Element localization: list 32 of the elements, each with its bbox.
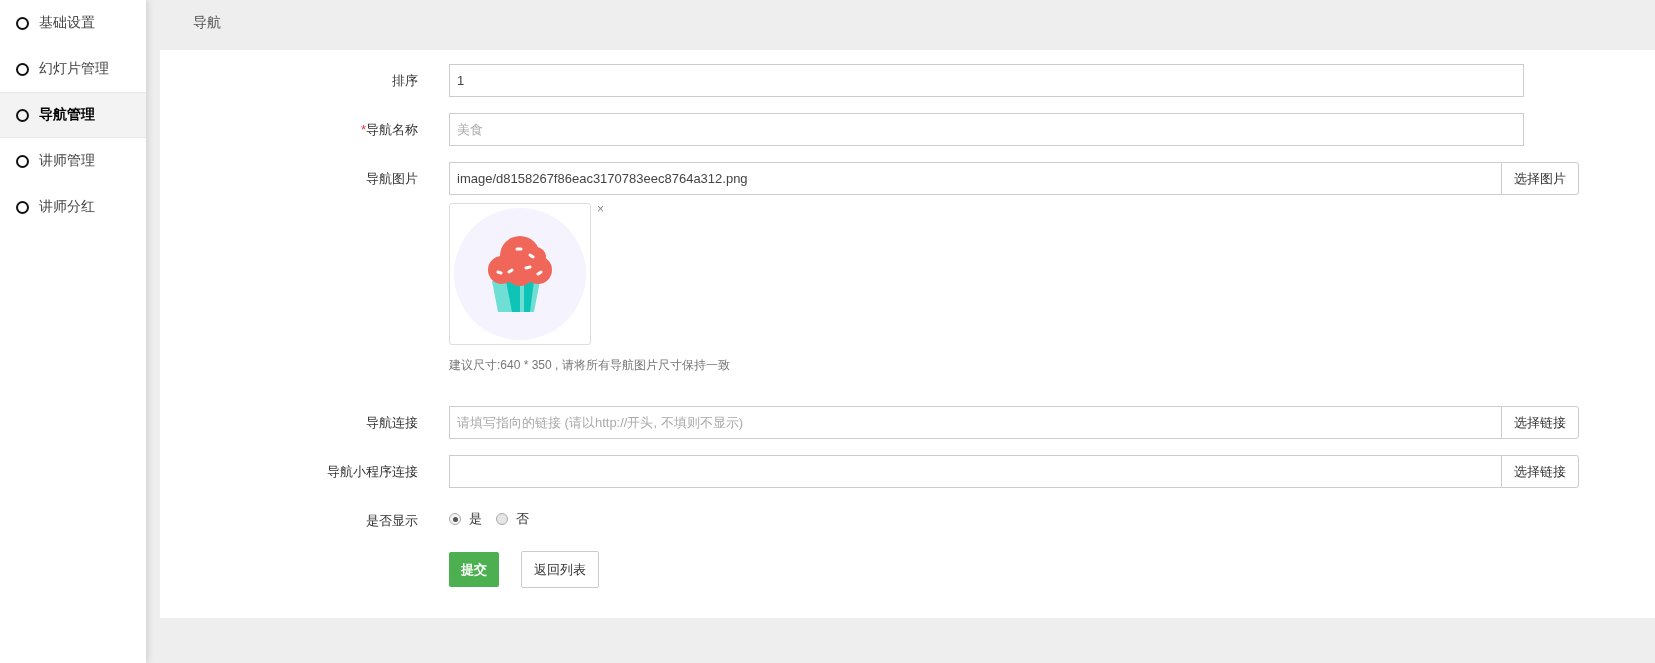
back-button[interactable]: 返回列表 [521,551,599,588]
circle-icon [16,154,29,168]
sidebar-item[interactable]: 基础设置 [0,0,146,46]
radio-option[interactable]: 否 [496,510,529,528]
circle-icon [16,16,29,30]
radio-icon[interactable] [449,513,461,525]
select-image-button[interactable]: 选择图片 [1501,162,1579,195]
radio-icon[interactable] [496,513,508,525]
field-label: 导航小程序连接 [326,463,418,481]
circle-icon [16,108,29,122]
select-link-button[interactable]: 选择链接 [1501,455,1579,488]
input-field[interactable]: 请填写指向的链接 (请以http://开头, 不填则不显示) [449,406,1501,439]
field-label: 导航图片 [365,170,418,188]
field-label: *导航名称 [359,121,418,139]
input-field[interactable] [449,455,1501,488]
size-hint: 建议尺寸:640 * 350 , 请将所有导航图片尺寸保持一致 [449,357,731,374]
page-title: 导航 [192,13,222,32]
field-label: 是否显示 [365,512,418,530]
sidebar-item[interactable]: 讲师管理 [0,138,146,184]
input-field[interactable]: 1 [449,64,1524,97]
sidebar-item[interactable]: 导航管理 [0,92,146,138]
radio-option[interactable]: 是 [449,510,482,528]
path-field[interactable]: image/d8158267f86eac3170783eec8764a312.png [449,162,1501,195]
remove-image-button[interactable]: × [597,203,604,215]
circle-icon [16,200,29,214]
input-field[interactable]: 美食 [449,113,1524,146]
sidebar-item[interactable]: 讲师分红 [0,184,146,230]
field-label: 排序 [391,72,418,90]
sidebar-item[interactable]: 幻灯片管理 [0,46,146,92]
circle-icon [16,62,29,76]
select-link-button[interactable]: 选择链接 [1501,406,1579,439]
field-label: 导航连接 [365,414,418,432]
